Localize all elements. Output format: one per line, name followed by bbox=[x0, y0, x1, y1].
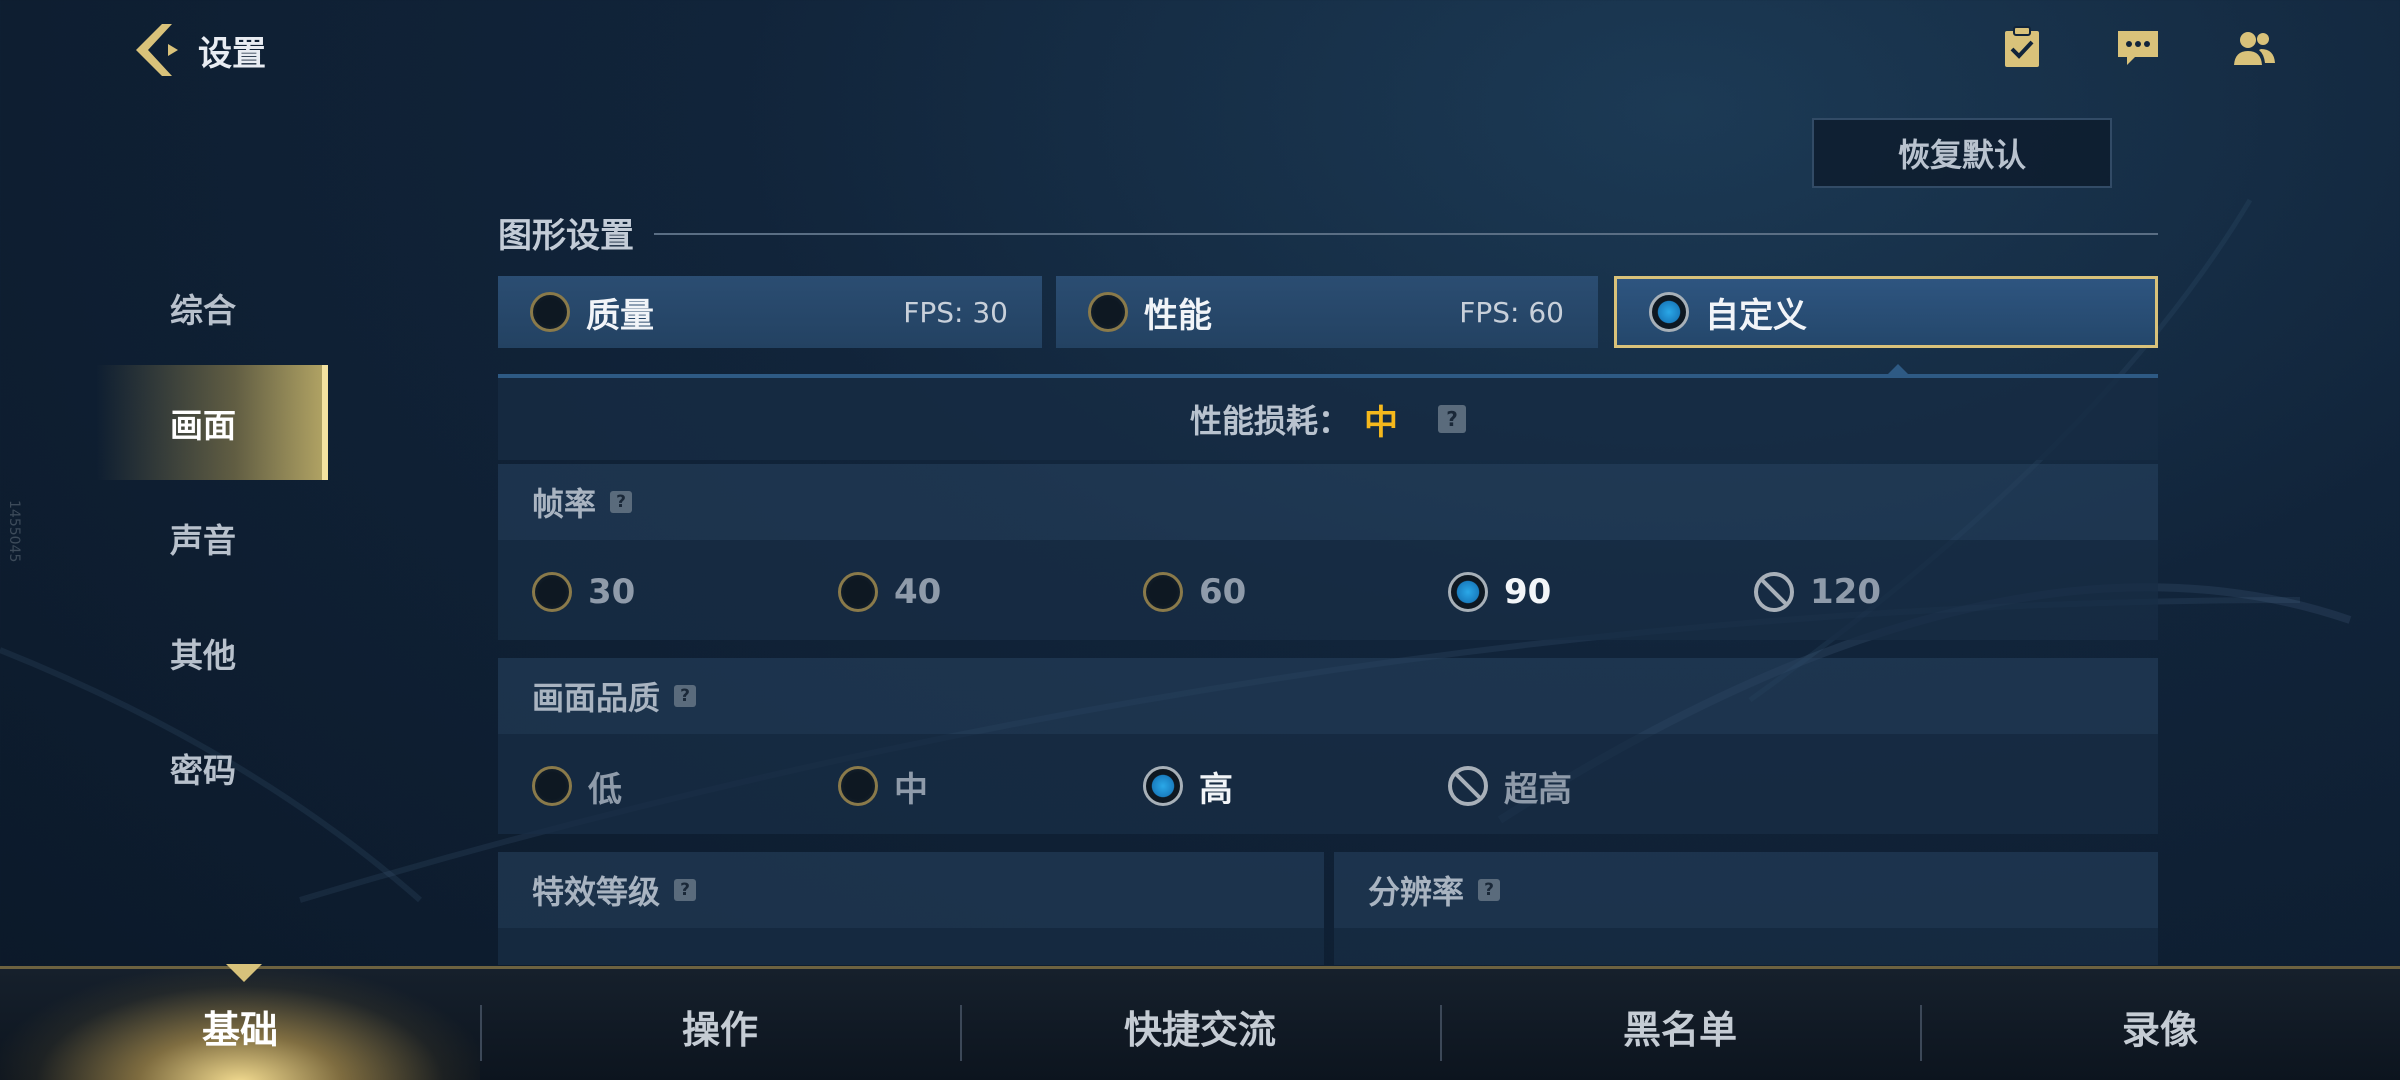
performance-label: 性能损耗： bbox=[1189, 402, 1350, 440]
radio-icon bbox=[1088, 292, 1128, 332]
radio-icon bbox=[838, 572, 878, 612]
reset-default-button[interactable]: 恢复默认 bbox=[1812, 118, 2112, 188]
resolution-options bbox=[1334, 928, 2158, 965]
effects-options bbox=[498, 928, 1324, 965]
preset-label: 质量 bbox=[586, 295, 654, 336]
performance-cost-row: 性能损耗： 中 ? bbox=[498, 378, 2158, 460]
resolution-group: 分辨率 ? bbox=[1334, 852, 2158, 965]
quality-option-low[interactable]: 低 bbox=[532, 764, 622, 810]
radio-selected-icon bbox=[1448, 572, 1488, 612]
option-label: 低 bbox=[588, 769, 622, 810]
option-label: 40 bbox=[894, 572, 942, 612]
task-clipboard-icon bbox=[2005, 26, 2039, 67]
quality-option-ultra: 超高 bbox=[1448, 764, 1572, 810]
radio-icon bbox=[532, 572, 572, 612]
quality-option-high[interactable]: 高 bbox=[1143, 764, 1233, 810]
preset-quality[interactable]: 质量 FPS: 30 bbox=[498, 276, 1042, 348]
frame-rate-option-90[interactable]: 90 bbox=[1448, 570, 1551, 614]
preset-fps: FPS: 60 bbox=[1459, 295, 1564, 329]
quality-options: 低 中 高 超高 bbox=[498, 734, 2158, 834]
preset-performance[interactable]: 性能 FPS: 60 bbox=[1056, 276, 1598, 348]
help-icon[interactable]: ? bbox=[674, 685, 697, 707]
tab-quick-chat[interactable]: 快捷交流 bbox=[960, 969, 1440, 1080]
friends-button[interactable] bbox=[2228, 22, 2280, 74]
nav-item-graphics[interactable]: 画面 bbox=[96, 365, 328, 480]
preset-label: 性能 bbox=[1144, 295, 1212, 336]
effects-group: 特效等级 ? bbox=[498, 852, 1324, 965]
nav-item-password[interactable]: 密码 bbox=[96, 710, 328, 825]
resolution-title: 分辨率 bbox=[1368, 873, 1465, 911]
option-label: 120 bbox=[1810, 572, 1881, 612]
chat-button[interactable] bbox=[2112, 22, 2164, 74]
performance-value: 中 bbox=[1364, 402, 1398, 443]
nav-item-other[interactable]: 其他 bbox=[96, 595, 328, 710]
tab-replay[interactable]: 录像 bbox=[1920, 969, 2400, 1080]
nav-item-sound[interactable]: 声音 bbox=[96, 480, 328, 595]
option-label: 超高 bbox=[1504, 769, 1572, 810]
frame-rate-option-30[interactable]: 30 bbox=[532, 570, 635, 614]
preset-label: 自定义 bbox=[1705, 295, 1807, 336]
radio-icon bbox=[530, 292, 570, 332]
active-tab-pointer bbox=[226, 964, 262, 982]
preset-custom[interactable]: 自定义 bbox=[1614, 276, 2158, 348]
option-label: 高 bbox=[1199, 769, 1233, 810]
effects-title: 特效等级 bbox=[532, 873, 661, 911]
preset-fps: FPS: 30 bbox=[903, 295, 1008, 329]
page-title: 设置 bbox=[198, 33, 266, 74]
frame-rate-title: 帧率 bbox=[532, 485, 597, 523]
nav-item-general[interactable]: 综合 bbox=[96, 250, 328, 365]
group-header: 画面品质 ? bbox=[498, 658, 2158, 734]
watermark-text: 1455045 bbox=[6, 500, 22, 563]
quality-option-medium[interactable]: 中 bbox=[838, 764, 928, 810]
frame-rate-option-60[interactable]: 60 bbox=[1143, 570, 1246, 614]
group-header: 帧率 ? bbox=[498, 464, 2158, 540]
section-title: 图形设置 bbox=[498, 215, 634, 256]
option-label: 60 bbox=[1199, 572, 1247, 612]
friends-icon bbox=[2234, 32, 2275, 65]
back-chevron-icon bbox=[136, 24, 178, 76]
group-header: 特效等级 ? bbox=[498, 852, 1324, 928]
section-header: 图形设置 bbox=[498, 210, 2158, 256]
left-nav: 综合 画面 声音 其他 密码 bbox=[96, 250, 328, 825]
tab-blacklist[interactable]: 黑名单 bbox=[1440, 969, 1920, 1080]
radio-icon bbox=[1143, 572, 1183, 612]
section-divider bbox=[654, 233, 2158, 235]
graphics-settings-panel: 图形设置 质量 FPS: 30 性能 FPS: 60 自定义 性能损耗： 中 ?… bbox=[498, 200, 2158, 965]
frame-rate-options: 30 40 60 90 120 bbox=[498, 540, 2158, 640]
group-header: 分辨率 ? bbox=[1334, 852, 2158, 928]
option-label: 30 bbox=[588, 572, 636, 612]
option-label: 90 bbox=[1504, 572, 1552, 612]
help-icon[interactable]: ? bbox=[674, 879, 697, 901]
back-button[interactable]: 设置 bbox=[128, 18, 266, 82]
frame-rate-option-120: 120 bbox=[1754, 570, 1881, 614]
frame-rate-option-40[interactable]: 40 bbox=[838, 570, 941, 614]
preset-row: 质量 FPS: 30 性能 FPS: 60 自定义 bbox=[498, 276, 2158, 348]
quality-title: 画面品质 bbox=[532, 679, 661, 717]
radio-icon bbox=[838, 766, 878, 806]
chat-bubble-icon bbox=[2118, 31, 2158, 65]
help-icon[interactable]: ? bbox=[1478, 879, 1501, 901]
disabled-icon bbox=[1754, 572, 1794, 612]
option-label: 中 bbox=[894, 769, 928, 810]
help-icon[interactable]: ? bbox=[610, 491, 633, 513]
disabled-icon bbox=[1448, 766, 1488, 806]
radio-selected-icon bbox=[1649, 292, 1689, 332]
radio-selected-icon bbox=[1143, 766, 1183, 806]
task-button[interactable] bbox=[1996, 22, 2048, 74]
tab-basic[interactable]: 基础 bbox=[0, 969, 480, 1080]
top-bar: 设置 bbox=[0, 0, 2400, 100]
frame-rate-group: 帧率 ? 30 40 60 90 120 bbox=[498, 464, 2158, 640]
quality-group: 画面品质 ? 低 中 高 超高 bbox=[498, 658, 2158, 834]
radio-icon bbox=[532, 766, 572, 806]
bottom-tab-bar: 基础 操作 快捷交流 黑名单 录像 bbox=[0, 966, 2400, 1080]
tab-controls[interactable]: 操作 bbox=[480, 969, 960, 1080]
help-icon[interactable]: ? bbox=[1438, 405, 1466, 433]
